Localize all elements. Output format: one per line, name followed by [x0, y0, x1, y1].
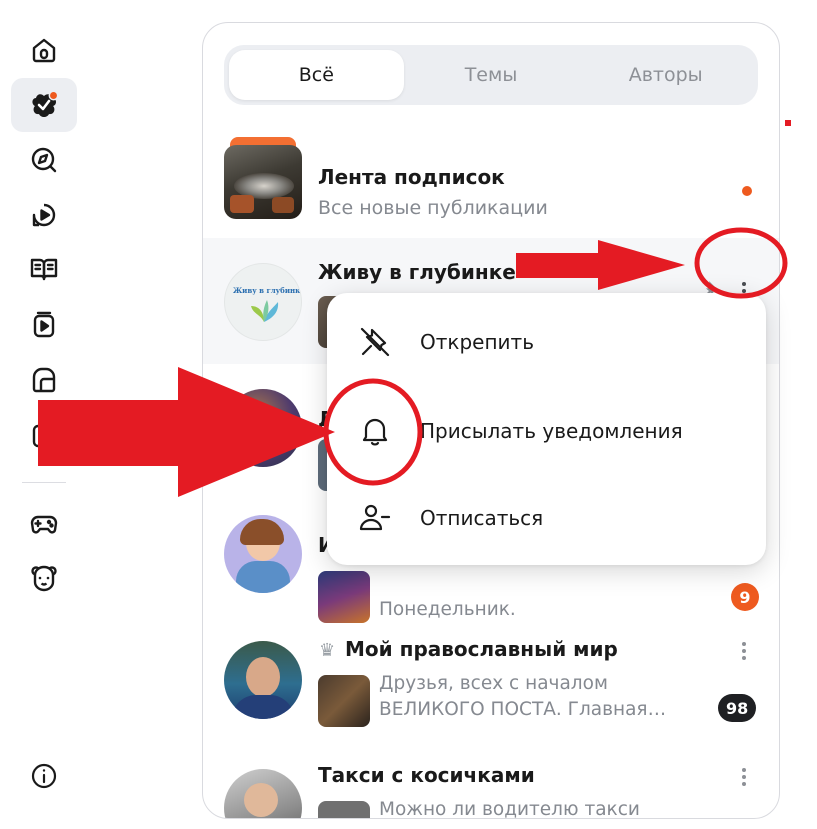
avatar-logo-text: Живу в глубинке: [233, 286, 302, 295]
leaf-icon: [251, 300, 279, 322]
unread-count-badge: 98: [718, 694, 757, 722]
bear-icon: [31, 565, 57, 592]
sidebar-item-articles[interactable]: [11, 242, 77, 296]
item-menu-button[interactable]: [734, 639, 754, 663]
post-thumbnail: [318, 801, 370, 818]
menu-item-notifications[interactable]: Присылать уведомления: [327, 399, 766, 463]
annotation-speck: [785, 120, 791, 126]
feed-item-title: Мой православный мир: [345, 637, 618, 661]
menu-item-label: Присылать уведомления: [420, 419, 683, 443]
menu-item-label: Открепить: [420, 330, 534, 354]
unsubscribe-icon: [359, 504, 391, 531]
post-preview-line1: Можно ли водителю такси: [379, 799, 640, 819]
sidebar-item-shows[interactable]: [11, 298, 77, 352]
sidebar-item-more[interactable]: [11, 408, 77, 462]
channel-avatar: Живу в глубинке: [224, 263, 302, 341]
sidebar-item-video[interactable]: [11, 188, 77, 242]
new-indicator-dot: [742, 186, 752, 196]
gamepad-icon: [30, 515, 58, 534]
feed-item-title: Лента подписок: [318, 165, 505, 189]
unpin-icon: [360, 327, 390, 357]
feed-item-taksi-s-kosichkami[interactable]: Такси с косичками Можно ли водителю такс…: [203, 757, 779, 819]
left-sidebar: [0, 0, 90, 829]
feed-item-title: Живу в глубинке: [318, 260, 516, 284]
channel-avatar: [224, 641, 302, 719]
feed-item-subscriptions[interactable]: Лента подписок Все новые публикации: [203, 131, 779, 235]
sidebar-item-shop[interactable]: [11, 353, 77, 407]
info-icon: [31, 763, 57, 789]
post-preview-line2: Понедельник.: [379, 599, 516, 620]
feed-cover: [224, 137, 302, 219]
sidebar-divider: [22, 482, 66, 483]
post-thumbnail: [318, 675, 370, 727]
item-menu-button[interactable]: [734, 765, 754, 789]
feed-item-subtitle: Все новые публикации: [318, 197, 548, 219]
channel-avatar: [224, 515, 302, 593]
sidebar-item-info[interactable]: [11, 749, 77, 803]
feed-item-title: Такси с косичками: [318, 763, 535, 787]
sidebar-item-kids[interactable]: [11, 552, 77, 606]
menu-item-label: Отписаться: [420, 506, 544, 530]
sidebar-item-games[interactable]: [11, 497, 77, 551]
feed-item-moi-pravoslavny-mir[interactable]: ♛ Мой православный мир Друзья, всех с на…: [203, 631, 779, 751]
book-icon: [30, 258, 58, 281]
channel-avatar: [224, 389, 302, 467]
sidebar-item-subscriptions[interactable]: [11, 78, 77, 132]
sidebar-item-discover[interactable]: [11, 133, 77, 187]
post-preview-line1: Друзья, всех с началом: [379, 673, 608, 694]
home-icon: [32, 38, 56, 63]
unread-count-badge: 9: [731, 583, 759, 611]
sidebar-item-home[interactable]: [11, 23, 77, 77]
menu-item-unpin[interactable]: Открепить: [327, 310, 766, 374]
channel-avatar: [224, 769, 302, 818]
item-context-menu: Открепить Присылать уведомления Отписать…: [327, 293, 766, 565]
video-stack-icon: [33, 311, 55, 338]
tab-topics[interactable]: Темы: [404, 50, 579, 100]
bell-icon: [362, 418, 388, 446]
play-circle-icon: [32, 203, 56, 227]
subscriptions-icon: [32, 90, 59, 117]
tab-authors[interactable]: Авторы: [578, 50, 753, 100]
compass-icon: [31, 147, 57, 173]
menu-item-unsubscribe[interactable]: Отписаться: [327, 486, 766, 550]
partial-icon: [32, 424, 56, 448]
crown-icon: ♛: [319, 640, 336, 661]
filter-tabs: Всё Темы Авторы: [224, 45, 758, 105]
post-thumbnail: [318, 571, 370, 623]
post-preview-line2: ВЕЛИКОГО ПОСТА. Главная…: [379, 699, 667, 720]
shop-icon: [32, 367, 56, 393]
tab-all[interactable]: Всё: [229, 50, 404, 100]
